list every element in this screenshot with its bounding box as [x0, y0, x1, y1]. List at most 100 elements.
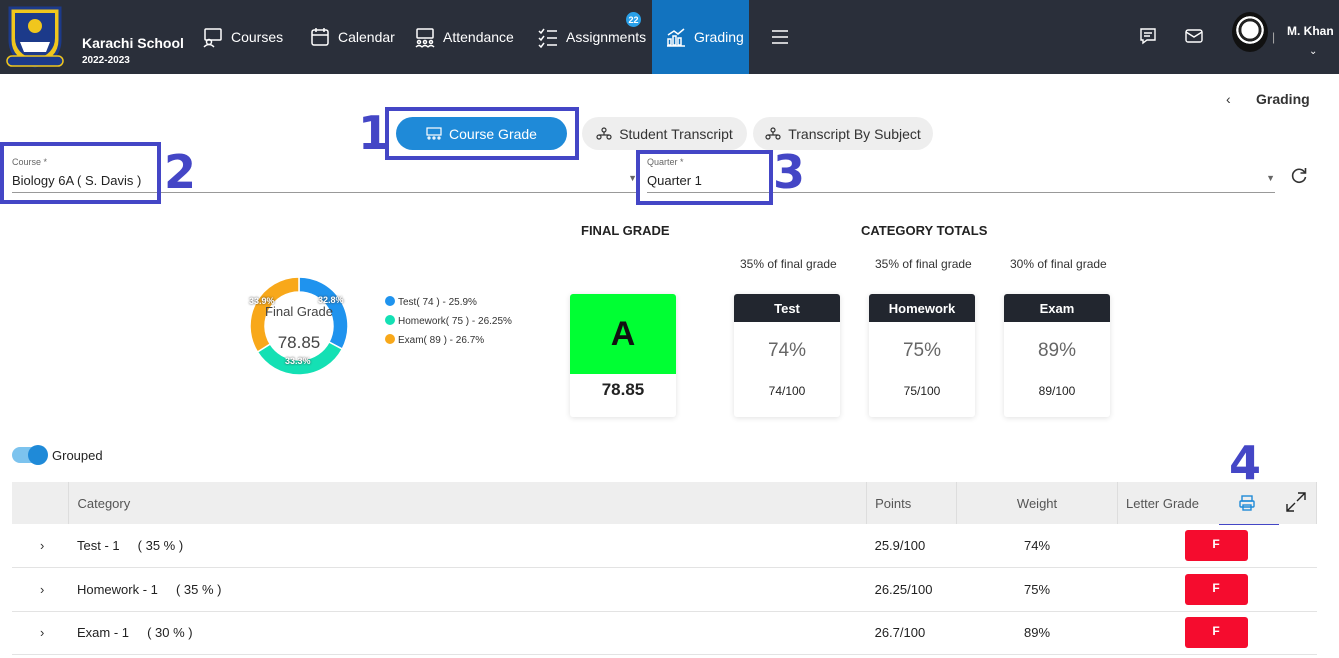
- final-grade-score: 78.85: [601, 380, 645, 399]
- letter-grade-badge: F: [1184, 530, 1248, 561]
- menu-button[interactable]: [770, 0, 792, 74]
- category-card-name: Homework: [869, 294, 975, 322]
- category-card-exam: Exam 89% 89/100: [1004, 294, 1110, 417]
- school-info: Karachi School 2022-2023: [82, 35, 184, 66]
- expand-icon[interactable]: [1285, 491, 1307, 513]
- category-card-name: Test: [734, 294, 840, 322]
- legend-text: Exam( 89 ) - 26.7%: [398, 335, 485, 346]
- final-grade-title: FINAL GRADE: [581, 223, 670, 238]
- expand-row-cell: ›: [12, 524, 69, 568]
- nav-assignments[interactable]: Assignments: [537, 0, 646, 74]
- letter-grade-header-label[interactable]: Letter Grade: [1126, 496, 1199, 511]
- donut-slice-label: 33.9%: [249, 296, 275, 306]
- chevron-right-icon[interactable]: ›: [20, 582, 44, 597]
- donut-center-label: Final Grade: [265, 304, 333, 319]
- print-icon[interactable]: [1238, 494, 1256, 512]
- weight-cell: 75%: [956, 567, 1118, 612]
- legend-item-homework[interactable]: Homework( 75 ) - 26.25%: [385, 312, 512, 331]
- category-share-label: 35% of final grade: [875, 257, 972, 271]
- donut-center-value: 78.85: [277, 333, 321, 352]
- table-row[interactable]: › Exam - 1 ( 30 % ) 26.7/100 89% F: [12, 611, 1317, 655]
- annotation-box-1: [385, 107, 579, 160]
- weight-column-header[interactable]: Weight: [956, 482, 1119, 524]
- user-avatar[interactable]: [1232, 12, 1268, 52]
- category-column-header[interactable]: Category: [68, 482, 868, 524]
- final-grade-card: A 78.85: [570, 294, 676, 417]
- letter-grade-cell: F: [1117, 611, 1317, 655]
- courses-icon: [203, 28, 222, 48]
- letter-grade-badge: F: [1184, 617, 1248, 649]
- legend-item-exam[interactable]: Exam( 89 ) - 26.7%: [385, 331, 512, 350]
- top-nav-bar: Karachi School 2022-2023 Courses Calenda…: [0, 0, 1339, 74]
- mail-icon[interactable]: [1184, 26, 1204, 46]
- annotation-number-3: 3: [773, 145, 806, 199]
- chat-icon[interactable]: [1138, 26, 1158, 46]
- expand-row-cell: ›: [12, 611, 69, 655]
- letter-grade-column-header: Letter Grade: [1117, 482, 1317, 524]
- points-cell: 25.9/100: [866, 524, 957, 568]
- category-card-fraction: 74/100: [768, 384, 806, 398]
- tab-student-transcript[interactable]: Student Transcript: [582, 117, 747, 150]
- category-cell: Exam - 1 ( 30 % ): [68, 611, 867, 655]
- category-card-fraction: 89/100: [1038, 384, 1076, 398]
- grouped-toggle[interactable]: [12, 445, 48, 465]
- legend-dot: [385, 334, 395, 344]
- back-icon[interactable]: ‹: [1226, 91, 1231, 107]
- legend-dot: [385, 296, 395, 306]
- page-title: Grading: [1256, 91, 1310, 107]
- nav-courses[interactable]: Courses: [202, 0, 283, 74]
- donut-legend: Test( 74 ) - 25.9% Homework( 75 ) - 26.2…: [385, 293, 512, 350]
- grading-icon: [667, 28, 685, 47]
- letter-grade-cell: F: [1117, 524, 1317, 568]
- assignments-icon: [538, 28, 557, 48]
- weight-cell: 74%: [956, 524, 1118, 568]
- grades-table: Category Points Weight Letter Grade › Te…: [12, 482, 1317, 655]
- category-name: Exam - 1: [76, 625, 129, 641]
- nav-attendance-label: Attendance: [443, 29, 514, 45]
- category-cell: Homework - 1 ( 35 % ): [68, 567, 867, 612]
- category-share: ( 35 % ): [137, 538, 184, 553]
- points-cell: 26.25/100: [866, 567, 957, 612]
- nav-grading[interactable]: Grading: [652, 0, 749, 74]
- category-card-fraction: 75/100: [903, 384, 941, 398]
- category-cell: Test - 1 ( 35 % ): [68, 524, 867, 568]
- letter-grade-badge: F: [1184, 573, 1248, 605]
- tab-transcript-by-subject-label: Transcript By Subject: [788, 125, 921, 142]
- legend-item-test[interactable]: Test( 74 ) - 25.9%: [385, 293, 512, 312]
- category-card-homework: Homework 75% 75/100: [869, 294, 975, 417]
- points-column-header[interactable]: Points: [866, 482, 958, 524]
- table-row[interactable]: › Homework - 1 ( 35 % ) 26.25/100 75% F: [12, 567, 1317, 612]
- chevron-right-icon[interactable]: ›: [20, 625, 44, 640]
- chevron-down-icon[interactable]: ⌄: [1309, 46, 1317, 57]
- school-logo[interactable]: [4, 4, 66, 70]
- table-row[interactable]: › Test - 1 ( 35 % ) 25.9/100 74% F: [12, 524, 1317, 568]
- category-card-percent: 74%: [767, 340, 807, 361]
- category-share: ( 35 % ): [175, 581, 222, 597]
- category-name: Test - 1: [76, 538, 120, 553]
- legend-text: Homework( 75 ) - 26.25%: [398, 316, 512, 327]
- table-header-row: Category Points Weight Letter Grade: [12, 482, 1317, 524]
- refresh-icon[interactable]: [1290, 166, 1308, 184]
- expand-column-header: [12, 482, 70, 524]
- category-card-percent: 75%: [902, 340, 942, 361]
- nav-attendance[interactable]: Attendance: [414, 0, 514, 74]
- legend-dot: [385, 315, 395, 325]
- chevron-right-icon[interactable]: ›: [20, 538, 44, 553]
- donut-slice-label: 32.8%: [318, 295, 344, 305]
- user-separator: |: [1272, 30, 1276, 44]
- nav-courses-label: Courses: [231, 29, 284, 45]
- category-share-label: 35% of final grade: [740, 257, 837, 271]
- attendance-icon: [415, 28, 435, 48]
- annotation-number-1: 1: [358, 106, 391, 160]
- legend-text: Test( 74 ) - 25.9%: [398, 297, 477, 308]
- points-cell: 26.7/100: [866, 611, 957, 655]
- toggle-knob: [28, 445, 48, 465]
- user-name[interactable]: M. Khan: [1287, 24, 1334, 38]
- nav-calendar[interactable]: Calendar: [309, 0, 395, 74]
- dropdown-caret-icon: ▼: [1266, 173, 1275, 183]
- category-share: ( 30 % ): [147, 625, 193, 641]
- nav-grading-label: Grading: [694, 29, 744, 45]
- category-name: Homework - 1: [76, 581, 158, 597]
- nav-calendar-label: Calendar: [338, 29, 395, 45]
- transcript-icon: [596, 126, 612, 140]
